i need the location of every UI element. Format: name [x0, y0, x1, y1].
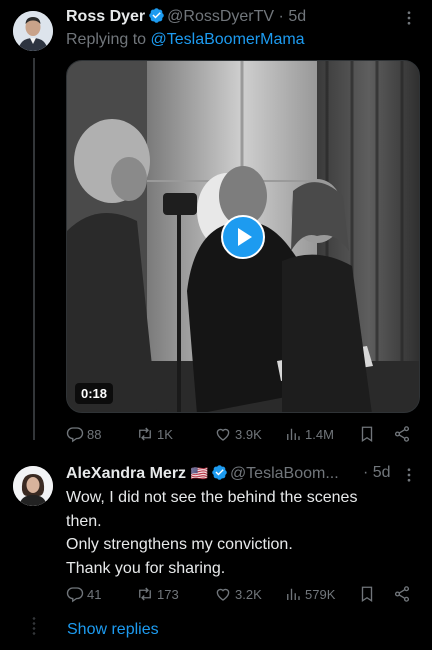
timestamp[interactable]: 5d — [373, 464, 391, 481]
tweet-text-line: Thank you for sharing. — [66, 559, 226, 577]
heart-icon — [216, 428, 230, 441]
like-count: 3.9K — [235, 426, 262, 442]
tweet-actions: 41 173 3.2K 579K — [66, 585, 420, 607]
verified-badge-icon — [149, 8, 164, 23]
like-count: 3.2K — [235, 586, 262, 602]
reply-count: 41 — [87, 586, 102, 602]
video-duration: 0:18 — [75, 383, 114, 404]
tweet-time: · 5d — [363, 463, 391, 483]
view-count: 1.4M — [305, 426, 334, 442]
replying-to-handle-link[interactable]: @TeslaBoomerMama — [151, 31, 305, 48]
reply-button[interactable]: 88 — [66, 425, 101, 443]
repost-count: 1K — [157, 426, 173, 442]
tweet-text-line: then. — [66, 512, 102, 530]
more-options-icon[interactable] — [400, 466, 418, 484]
reply-icon — [66, 427, 84, 443]
repost-icon — [139, 587, 151, 601]
view-count: 579K — [305, 586, 336, 602]
views-button[interactable]: 579K — [284, 585, 335, 603]
replying-to: Replying to @TeslaBoomerMama — [66, 31, 305, 49]
video-player[interactable]: 0:18 — [66, 60, 420, 413]
tweet-header: Ross Dyer @RossDyerTV · 5d — [66, 7, 306, 27]
repost-button[interactable]: 173 — [136, 585, 179, 603]
bookmark-icon[interactable] — [358, 585, 376, 603]
tweet-text-line: Only strengthens my conviction. — [66, 536, 293, 553]
reply-count: 88 — [87, 426, 102, 442]
views-button[interactable]: 1.4M — [284, 425, 334, 443]
reply-icon — [66, 587, 84, 603]
author-handle[interactable]: @TeslaBoom... — [230, 465, 339, 482]
tweet-header: AleXandra Merz 🇺🇸 @TeslaBoom... — [66, 463, 339, 484]
thread-line — [33, 58, 35, 440]
tweet-actions: 88 1K 3.9K 1.4M — [66, 425, 420, 447]
separator-dot: · — [363, 464, 369, 481]
author-handle[interactable]: @RossDyerTV — [167, 8, 274, 25]
repost-count: 173 — [157, 586, 179, 602]
reply-button[interactable]: 41 — [66, 585, 101, 603]
views-chart-icon — [287, 588, 300, 600]
like-button[interactable]: 3.2K — [214, 585, 262, 603]
play-button-icon[interactable] — [221, 215, 265, 259]
repost-icon — [139, 427, 151, 441]
bookmark-icon[interactable] — [358, 425, 376, 443]
timestamp[interactable]: 5d — [288, 8, 306, 25]
separator-dot: · — [278, 8, 284, 25]
replying-to-prefix: Replying to — [66, 31, 151, 48]
tweet-text-line: Wow, I did not see the behind the scenes — [66, 489, 358, 506]
tweet-text: Wow, I did not see the behind the scenes… — [66, 486, 406, 580]
thread-continuation-dots — [32, 616, 36, 636]
repost-button[interactable]: 1K — [136, 425, 173, 443]
share-icon[interactable] — [393, 585, 411, 603]
share-icon[interactable] — [393, 425, 411, 443]
views-chart-icon — [287, 428, 300, 440]
author-name[interactable]: Ross Dyer — [66, 8, 145, 25]
more-options-icon[interactable] — [400, 9, 418, 27]
show-replies-link[interactable]: Show replies — [67, 621, 159, 639]
author-name[interactable]: AleXandra Merz — [66, 465, 186, 482]
like-button[interactable]: 3.9K — [214, 425, 262, 443]
avatar[interactable] — [13, 466, 53, 506]
verified-badge-icon — [212, 465, 227, 480]
heart-icon — [216, 588, 230, 601]
us-flag-icon: 🇺🇸 — [190, 465, 208, 481]
avatar[interactable] — [13, 11, 53, 51]
